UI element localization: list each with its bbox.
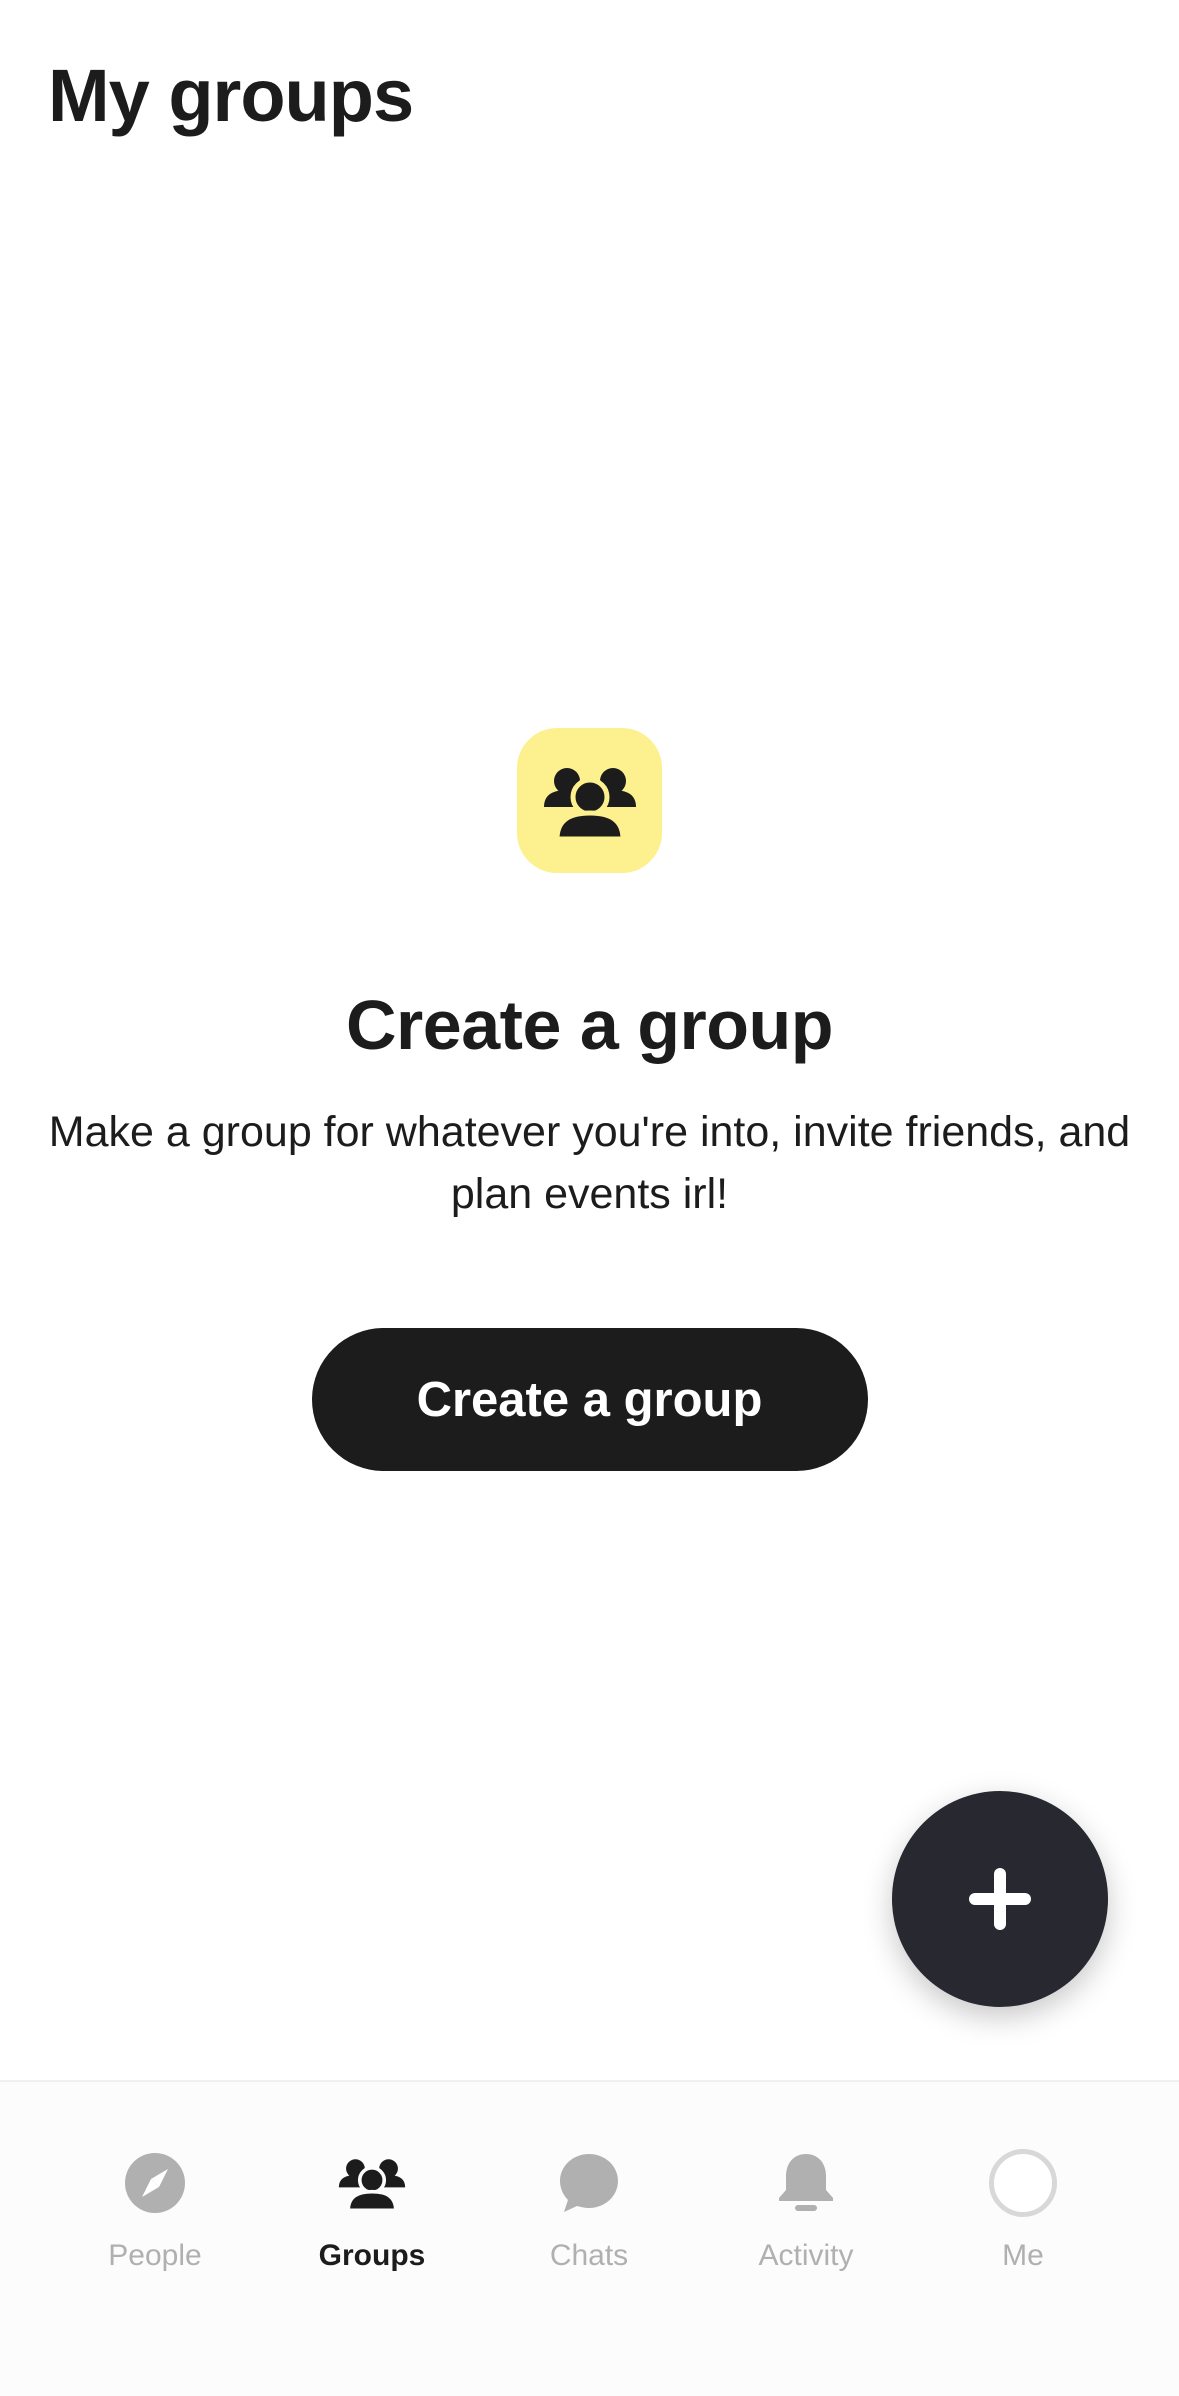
group-icon — [338, 2159, 406, 2212]
bell-icon — [779, 2154, 833, 2211]
nav-item-people[interactable]: People — [55, 2147, 255, 2297]
empty-state-title: Create a group — [346, 986, 834, 1064]
nav-item-me[interactable]: Me — [923, 2147, 1123, 2297]
nav-label-me: Me — [1002, 2239, 1044, 2272]
create-group-button[interactable]: Create a group — [311, 1328, 868, 1471]
page-title: My groups — [48, 54, 414, 137]
add-fab-button[interactable] — [892, 1791, 1108, 2007]
nav-item-groups[interactable]: Groups — [272, 2147, 472, 2297]
nav-label-activity: Activity — [758, 2239, 854, 2272]
nav-item-activity[interactable]: Activity — [706, 2147, 906, 2297]
bottom-nav: People Groups Chats Activity Me — [0, 2080, 1179, 2396]
nav-label-chats: Chats — [549, 2239, 629, 2272]
empty-state-description: Make a group for whatever you're into, i… — [48, 1108, 1131, 1218]
group-icon-tile — [517, 728, 662, 873]
avatar — [989, 2149, 1057, 2217]
nav-label-people: People — [108, 2239, 202, 2272]
chat-bubble-icon — [560, 2154, 618, 2212]
empty-state: Create a group Make a group for whatever… — [0, 728, 1179, 1471]
nav-label-groups: Groups — [318, 2239, 426, 2272]
compass-icon — [125, 2153, 185, 2213]
group-icon — [543, 767, 636, 841]
plus-icon — [969, 1868, 1031, 1930]
nav-item-chats[interactable]: Chats — [489, 2147, 689, 2297]
